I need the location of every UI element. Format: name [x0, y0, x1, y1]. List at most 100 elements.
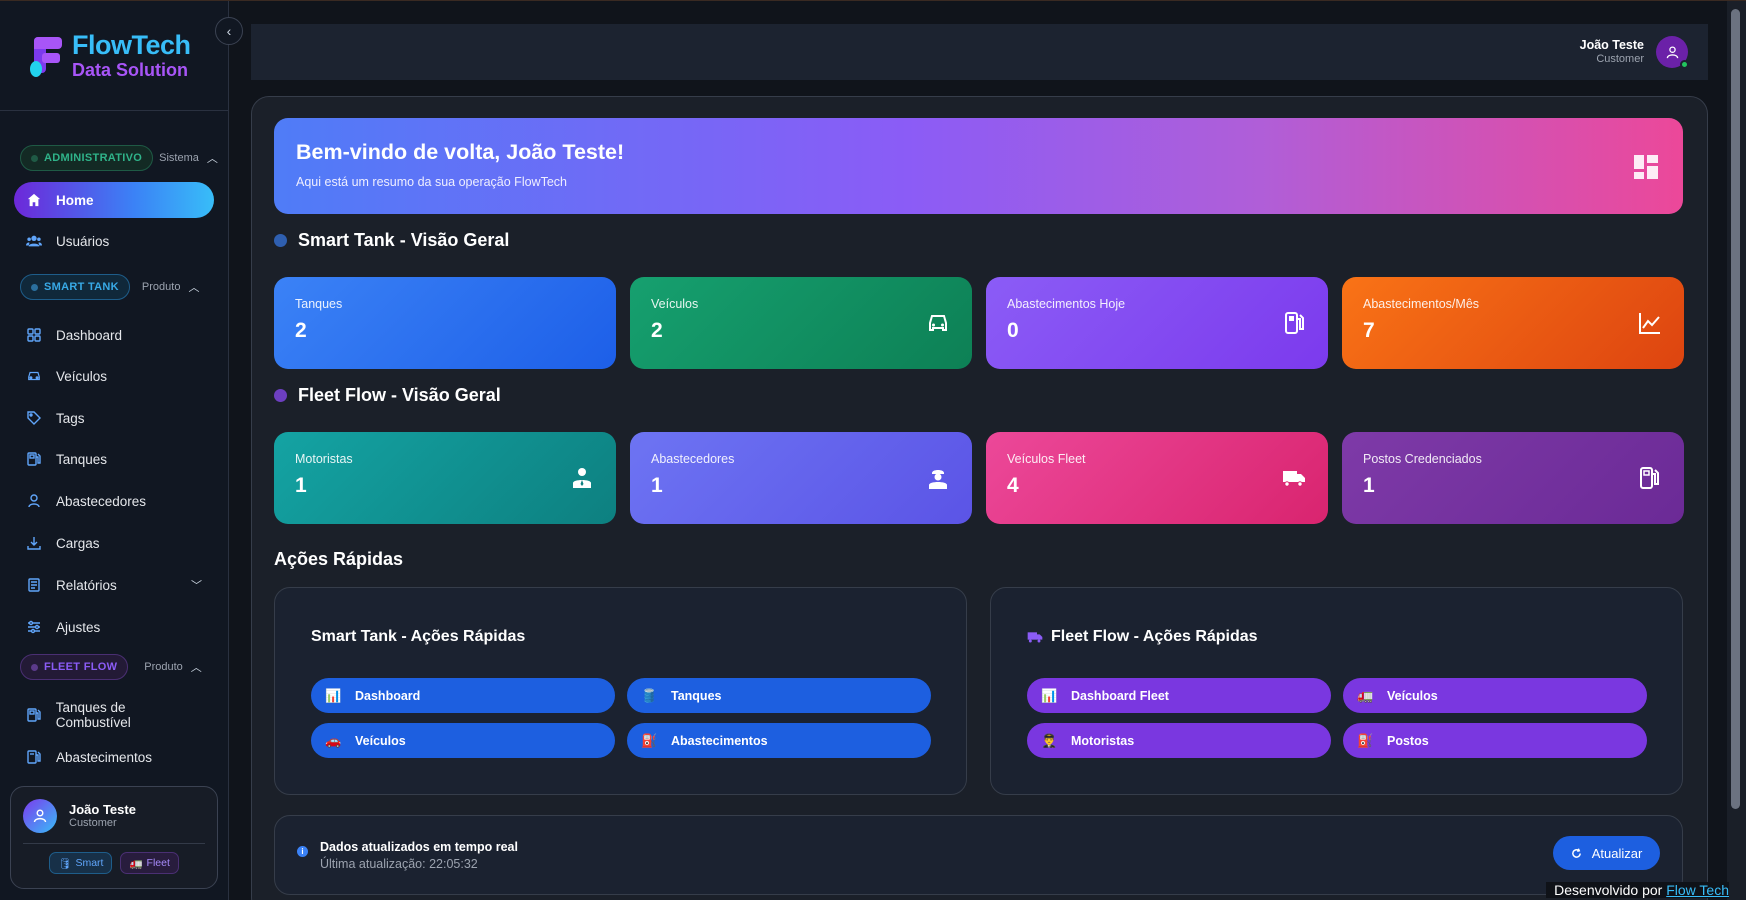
driver-icon: 👨‍✈️ — [1041, 732, 1058, 748]
stat-label: Abastecimentos/Mês — [1363, 297, 1480, 311]
fleet-flow-overview-title: Fleet Flow - Visão Geral — [274, 385, 501, 406]
fuel-pump-icon: ⛽ — [1357, 732, 1374, 748]
fuel-pump-icon — [1285, 312, 1304, 334]
quick-actions-title: Ações Rápidas — [274, 549, 404, 569]
qa-fleet-motoristas-button[interactable]: 👨‍✈️ Motoristas — [1027, 723, 1331, 758]
header-avatar[interactable] — [1656, 36, 1689, 69]
tag-icon — [26, 410, 42, 426]
barrel-icon: 🛢️ — [641, 687, 658, 703]
stat-card-veiculos-fleet[interactable]: Veículos Fleet 4 — [986, 432, 1328, 524]
stat-label: Abastecimentos Hoje — [1007, 297, 1126, 311]
online-status-dot — [1680, 60, 1689, 69]
sidebar-item-abastecimentos[interactable]: Abastecimentos — [0, 738, 228, 776]
sidebar-item-home[interactable]: Home — [14, 182, 214, 218]
qa-smart-veiculos-button[interactable]: 🚗 Veículos — [311, 723, 615, 758]
fuel-icon — [26, 451, 42, 467]
sidebar-item-veiculos[interactable]: Veículos — [0, 357, 228, 395]
user-icon — [33, 809, 47, 823]
sidebar-item-cargas[interactable]: Cargas — [0, 524, 228, 562]
stat-card-abastecedores[interactable]: Abastecedores 1 — [630, 432, 972, 524]
qa-smart-abastecimentos-button[interactable]: ⛽ Abastecimentos — [627, 723, 931, 758]
sidebar-item-tanques-combustivel[interactable]: Tanques de Combustível — [0, 696, 228, 734]
fleet-chip[interactable]: 🚛 Fleet — [120, 852, 179, 874]
user-role: Customer — [69, 817, 117, 830]
brand-name: FlowTech — [72, 30, 191, 60]
chevron-up-icon: ︿ — [206, 153, 218, 165]
sidebar-collapse-button[interactable]: ‹ — [215, 17, 243, 45]
stat-card-veiculos[interactable]: Veículos 2 — [630, 277, 972, 369]
qa-smart-tanques-button[interactable]: 🛢️ Tanques — [627, 678, 931, 713]
stat-value: 4 — [1007, 474, 1019, 497]
sidebar-item-label: Tags — [56, 410, 85, 426]
sidebar-item-abastecedores[interactable]: Abastecedores — [0, 482, 228, 520]
smart-tank-quick-actions: Smart Tank - Ações Rápidas 📊 Dashboard 🛢… — [274, 587, 967, 795]
stat-value: 0 — [1007, 319, 1019, 342]
stat-value: 1 — [295, 474, 307, 497]
stat-card-abastecimentos-hoje[interactable]: Abastecimentos Hoje 0 — [986, 277, 1328, 369]
smart-section-sub: Produto — [141, 281, 181, 293]
sidebar: FlowTech Data Solution ADMINISTRATIVO Si… — [0, 1, 229, 900]
sidebar-item-relatorios[interactable]: Relatórios ﹀ — [0, 566, 228, 604]
sidebar-item-dashboard[interactable]: Dashboard — [0, 316, 228, 354]
fleet-flow-badge: FLEET FLOW — [20, 654, 129, 680]
brand-logo[interactable]: FlowTech Data Solution — [0, 1, 228, 111]
flow-tech-link[interactable]: Flow Tech — [1666, 882, 1729, 898]
sidebar-item-tags[interactable]: Tags — [0, 399, 228, 437]
page-scrollbar[interactable] — [1727, 1, 1746, 900]
developed-by-footer: Desenvolvido por Flow Tech — [1546, 882, 1729, 898]
worker-icon — [929, 470, 947, 489]
users-icon — [26, 233, 42, 249]
car-icon: 🚗 — [325, 732, 342, 748]
sidebar-item-label: Cargas — [56, 535, 100, 551]
sidebar-item-usuarios[interactable]: Usuários — [0, 222, 228, 260]
welcome-banner: Bem-vindo de volta, João Teste! Aqui est… — [274, 118, 1683, 214]
smart-chip[interactable]: 🛢 Smart — [49, 852, 113, 874]
qa-fleet-veiculos-button[interactable]: 🚛 Veículos — [1343, 678, 1647, 713]
sidebar-item-label: Relatórios — [56, 577, 117, 593]
truck-icon: 🚛 — [1357, 687, 1374, 703]
sidebar-item-label: Abastecimentos — [56, 749, 153, 765]
section-header-admin[interactable]: ADMINISTRATIVO Sistema ︿ — [0, 143, 228, 173]
fuel-pump-icon: ⛽ — [641, 732, 658, 748]
refresh-button[interactable]: Atualizar — [1553, 836, 1660, 870]
stat-label: Motoristas — [295, 452, 353, 466]
qa-smart-dashboard-button[interactable]: 📊 Dashboard — [311, 678, 615, 713]
sidebar-item-label: Ajustes — [56, 619, 101, 635]
sidebar-item-label: Abastecedores — [56, 493, 147, 509]
section-header-fleet-flow[interactable]: FLEET FLOW Produto ︿ — [0, 652, 228, 682]
admin-badge: ADMINISTRATIVO — [20, 145, 154, 171]
sidebar-item-label: Usuários — [56, 233, 110, 249]
qa-fleet-postos-button[interactable]: ⛽ Postos — [1343, 723, 1647, 758]
stat-card-motoristas[interactable]: Motoristas 1 — [274, 432, 616, 524]
stat-label: Postos Credenciados — [1363, 452, 1482, 466]
stat-label: Abastecedores — [651, 452, 735, 466]
sidebar-item-tanques[interactable]: Tanques — [0, 440, 228, 478]
info-icon: i — [297, 846, 308, 857]
grid-icon — [26, 327, 42, 343]
fuel-pump-icon — [26, 749, 42, 765]
report-icon — [26, 577, 42, 593]
flowtech-logo-icon — [30, 33, 66, 79]
stat-card-postos-credenciados[interactable]: Postos Credenciados 1 — [1342, 432, 1684, 524]
user-avatar — [23, 799, 57, 833]
truck-icon — [1027, 632, 1043, 643]
sidebar-user-card[interactable]: João Teste Customer 🛢 Smart 🚛 Fleet — [10, 786, 218, 889]
line-chart-icon — [1639, 313, 1660, 334]
fuel-tank-icon — [26, 707, 42, 723]
scrollbar-thumb[interactable] — [1731, 9, 1740, 809]
stat-card-tanques[interactable]: Tanques 2 — [274, 277, 616, 369]
header-user-role: Customer — [1596, 52, 1644, 65]
fleet-quick-actions-title: Fleet Flow - Ações Rápidas — [1027, 628, 1258, 646]
qa-fleet-dashboard-button[interactable]: 📊 Dashboard Fleet — [1027, 678, 1331, 713]
sidebar-item-ajustes[interactable]: Ajustes — [0, 608, 228, 646]
section-header-smart-tank[interactable]: SMART TANK Produto ︿ — [0, 272, 228, 302]
stat-value: 1 — [1363, 474, 1375, 497]
download-icon — [26, 535, 42, 551]
status-line: Dados atualizados em tempo real — [320, 840, 518, 854]
gas-station-icon — [1640, 467, 1659, 489]
truck-icon: 🚛 — [129, 857, 143, 870]
sidebar-item-label: Tanques — [56, 451, 108, 467]
smart-tank-badge: SMART TANK — [20, 274, 130, 300]
stat-card-abastecimentos-mes[interactable]: Abastecimentos/Mês 7 — [1342, 277, 1684, 369]
stat-label: Veículos Fleet — [1007, 452, 1086, 466]
